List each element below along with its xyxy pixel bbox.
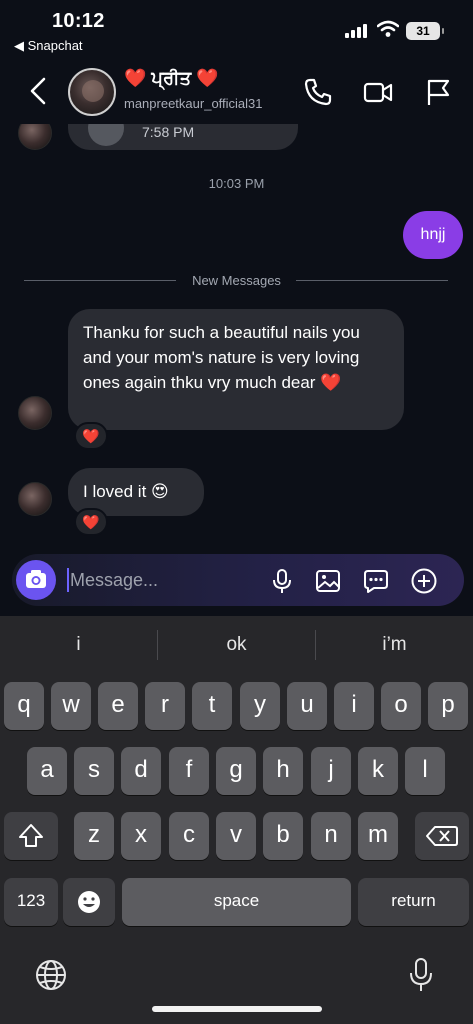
contact-username[interactable]: manpreetkaur_official31	[124, 96, 263, 111]
key-b[interactable]: b	[263, 812, 303, 860]
contact-name[interactable]: ❤️ ਪ੍ਰੀਤ ❤️	[124, 68, 219, 89]
space-key[interactable]: space	[122, 878, 351, 926]
partial-media-icon	[88, 124, 124, 146]
incoming-message-bubble[interactable]: Thanku for such a beautiful nails you an…	[68, 309, 404, 430]
key-e[interactable]: e	[98, 682, 138, 730]
suggestion-3[interactable]: i’m	[316, 634, 473, 656]
status-bar: 10:12 ◀ Snapchat 31	[0, 0, 473, 58]
add-plus-icon[interactable]	[410, 567, 438, 595]
sender-avatar[interactable]	[18, 396, 52, 430]
key-w[interactable]: w	[51, 682, 91, 730]
contact-avatar[interactable]	[68, 68, 116, 116]
sticker-chat-icon[interactable]	[362, 567, 390, 595]
key-n[interactable]: n	[311, 812, 351, 860]
key-m[interactable]: m	[358, 812, 398, 860]
emoji-smiley-icon	[78, 891, 100, 913]
key-r[interactable]: r	[145, 682, 185, 730]
key-l[interactable]: l	[405, 747, 445, 795]
key-z[interactable]: z	[74, 812, 114, 860]
chat-header: ❤️ ਪ੍ਰੀਤ ❤️ manpreetkaur_official31	[0, 60, 473, 124]
outgoing-message-text: hnjj	[420, 226, 446, 243]
key-u[interactable]: u	[287, 682, 327, 730]
microphone-icon[interactable]	[268, 567, 296, 595]
partial-message-text: 7:58 PM	[142, 124, 195, 140]
home-indicator[interactable]	[152, 1006, 322, 1012]
status-time: 10:12	[52, 10, 105, 32]
sender-avatar[interactable]	[18, 482, 52, 516]
key-y[interactable]: y	[240, 682, 280, 730]
key-v[interactable]: v	[216, 812, 256, 860]
report-flag-icon[interactable]	[422, 76, 454, 108]
message-composer	[12, 554, 464, 606]
key-f[interactable]: f	[169, 747, 209, 795]
message-timestamp: 10:03 PM	[208, 176, 265, 191]
wifi-icon	[377, 20, 399, 37]
back-to-app-link[interactable]: ◀ Snapchat	[14, 38, 83, 54]
phone-call-icon[interactable]	[302, 76, 334, 108]
shift-arrow-icon	[19, 824, 43, 847]
new-messages-divider-right	[296, 280, 448, 281]
key-p[interactable]: p	[428, 682, 468, 730]
shift-key[interactable]	[4, 812, 58, 860]
numbers-key[interactable]: 123	[4, 878, 58, 926]
gallery-icon[interactable]	[314, 567, 342, 595]
key-d[interactable]: d	[121, 747, 161, 795]
camera-button[interactable]	[16, 560, 56, 600]
return-key[interactable]: return	[358, 878, 469, 926]
suggestion-2[interactable]: ok	[158, 634, 315, 656]
cellular-signal-icon	[345, 24, 367, 38]
key-i[interactable]: i	[334, 682, 374, 730]
suggestion-1[interactable]: i	[0, 634, 157, 656]
key-o[interactable]: o	[381, 682, 421, 730]
key-t[interactable]: t	[192, 682, 232, 730]
globe-icon[interactable]	[34, 958, 68, 992]
key-k[interactable]: k	[358, 747, 398, 795]
emoji-key[interactable]	[63, 878, 115, 926]
key-c[interactable]: c	[169, 812, 209, 860]
key-x[interactable]: x	[121, 812, 161, 860]
battery-indicator: 31	[406, 22, 444, 40]
message-input[interactable]	[70, 568, 260, 592]
dictation-mic-icon[interactable]	[406, 956, 436, 994]
message-list[interactable]: 7:58 PM 10:03 PM hnjj New Messages Thank…	[0, 124, 473, 554]
key-q[interactable]: q	[4, 682, 44, 730]
video-call-icon[interactable]	[362, 76, 394, 108]
back-chevron-icon[interactable]	[24, 76, 54, 106]
sender-avatar[interactable]	[18, 124, 52, 150]
backspace-icon	[426, 826, 458, 846]
outgoing-message-bubble[interactable]: hnjj	[403, 211, 463, 259]
heart-reaction-badge[interactable]: ❤️	[74, 508, 108, 536]
key-h[interactable]: h	[263, 747, 303, 795]
keyboard: i ok i’m q w e r t y u i o p a s d f g h…	[0, 616, 473, 1024]
camera-icon	[26, 570, 46, 588]
text-caret	[67, 568, 69, 592]
incoming-message-text: I loved it 😍	[83, 482, 169, 501]
delete-key[interactable]	[415, 812, 469, 860]
key-j[interactable]: j	[311, 747, 351, 795]
predictive-suggestions: i ok i’m	[0, 616, 473, 674]
key-g[interactable]: g	[216, 747, 256, 795]
heart-reaction-badge[interactable]: ❤️	[74, 422, 108, 450]
incoming-message-text: Thanku for such a beautiful nails you an…	[83, 323, 360, 392]
key-s[interactable]: s	[74, 747, 114, 795]
key-a[interactable]: a	[27, 747, 67, 795]
partial-message-bubble[interactable]: 7:58 PM	[68, 124, 298, 150]
